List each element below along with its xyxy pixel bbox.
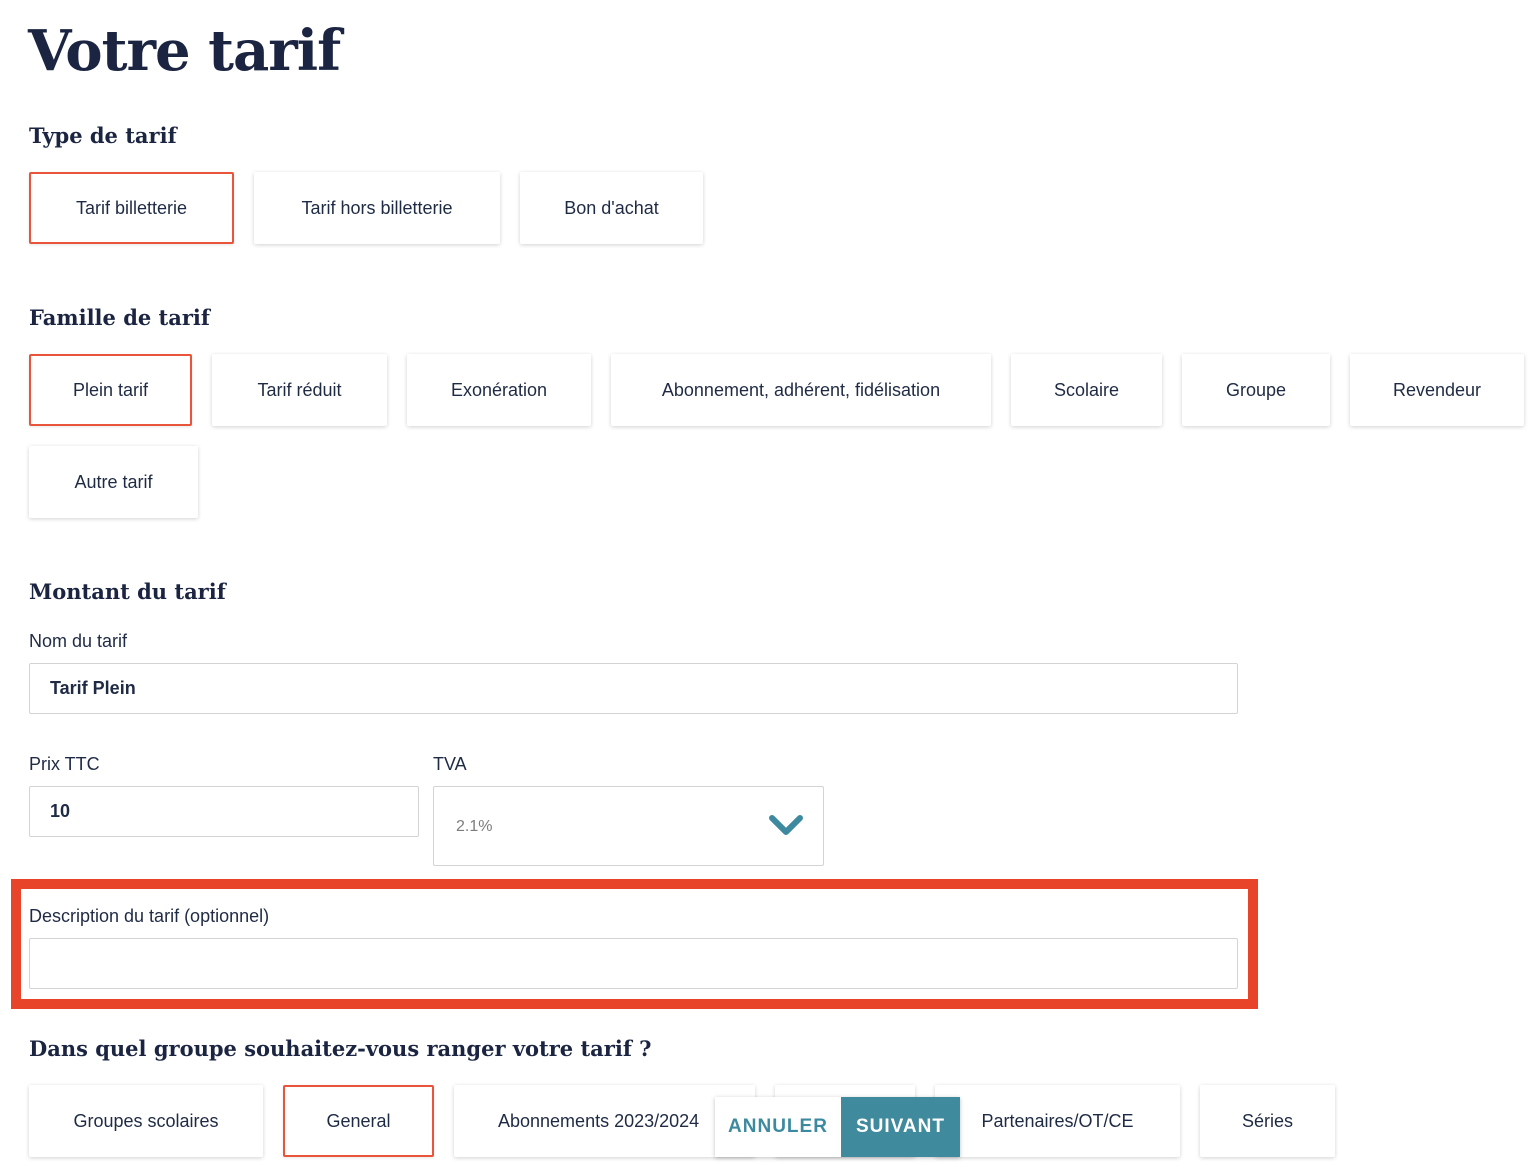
group-option-label: Séries (1241, 1110, 1294, 1131)
family-option-revendeur[interactable]: Revendeur (1350, 354, 1524, 426)
family-option-label: Scolaire (1053, 379, 1120, 400)
cancel-button[interactable]: ANNULER (715, 1097, 841, 1157)
type-option-bon-achat[interactable]: Bon d'achat (520, 172, 703, 244)
family-option-groupe[interactable]: Groupe (1182, 354, 1330, 426)
price-label: Prix TTC (29, 754, 100, 774)
group-option-label: Partenaires/OT/CE (981, 1110, 1134, 1131)
amount-section-title: Montant du tarif (29, 579, 226, 604)
description-input[interactable] (29, 938, 1238, 989)
group-option-abonnements[interactable]: Abonnements 2023/2024 (454, 1085, 755, 1157)
type-option-tarif-hors-billetterie[interactable]: Tarif hors billetterie (254, 172, 500, 244)
type-section-title: Type de tarif (29, 123, 177, 148)
group-option-partenaires[interactable]: Partenaires/OT/CE (935, 1085, 1180, 1157)
family-option-label: Tarif réduit (257, 379, 342, 400)
family-option-label: Exonération (450, 379, 548, 400)
vat-selected-value: 2.1% (456, 818, 493, 835)
chevron-down-icon (769, 815, 803, 835)
family-option-tarif-reduit[interactable]: Tarif réduit (212, 354, 387, 426)
family-section-title: Famille de tarif (29, 305, 210, 330)
next-button[interactable]: SUIVANT (841, 1097, 960, 1157)
family-option-label: Groupe (1225, 379, 1287, 400)
family-option-abonnement[interactable]: Abonnement, adhérent, fidélisation (611, 354, 991, 426)
name-label: Nom du tarif (29, 631, 128, 651)
family-option-label: Plein tarif (72, 379, 149, 400)
page: Votre tarif Type de tarif Tarif billette… (0, 0, 1538, 1170)
group-option-general[interactable]: General (283, 1085, 434, 1157)
group-option-groupes-scolaires[interactable]: Groupes scolaires (29, 1085, 263, 1157)
group-option-series[interactable]: Séries (1200, 1085, 1335, 1157)
family-option-label: Revendeur (1392, 379, 1482, 400)
group-option-label: General (326, 1110, 391, 1131)
type-option-label: Tarif billetterie (75, 197, 188, 218)
type-option-label: Tarif hors billetterie (301, 197, 453, 218)
action-bar: ANNULER SUIVANT (715, 1097, 960, 1157)
vat-label: TVA (433, 754, 467, 774)
type-option-label: Bon d'achat (564, 197, 659, 218)
group-option-label: Abonnements 2023/2024 (498, 1110, 700, 1131)
family-option-label: Abonnement, adhérent, fidélisation (661, 379, 941, 400)
type-option-tarif-billetterie[interactable]: Tarif billetterie (29, 172, 234, 244)
family-option-scolaire[interactable]: Scolaire (1011, 354, 1162, 426)
page-title: Votre tarif (28, 18, 341, 84)
description-label: Description du tarif (optionnel) (29, 906, 270, 926)
family-option-exoneration[interactable]: Exonération (407, 354, 591, 426)
group-option-label: Groupes scolaires (73, 1110, 219, 1131)
tariff-name-input[interactable] (29, 663, 1238, 714)
family-option-autre-tarif[interactable]: Autre tarif (29, 446, 198, 518)
price-input[interactable] (29, 786, 419, 837)
family-option-plein-tarif[interactable]: Plein tarif (29, 354, 192, 426)
group-section-title: Dans quel groupe souhaitez-vous ranger v… (29, 1036, 652, 1061)
family-option-label: Autre tarif (74, 471, 153, 492)
vat-select[interactable]: 2.1% (433, 786, 824, 866)
